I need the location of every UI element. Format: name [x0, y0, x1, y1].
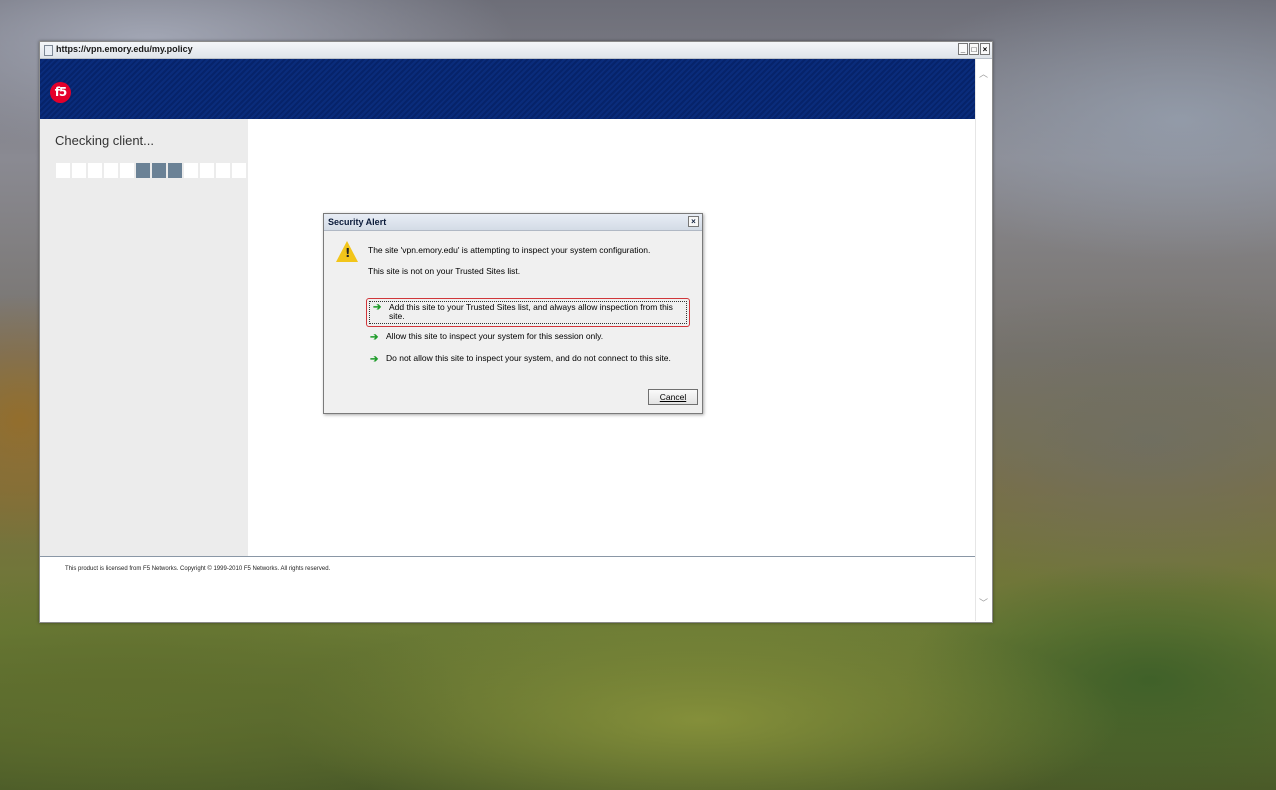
- progress-block: [136, 163, 150, 178]
- cancel-button[interactable]: Cancel: [648, 389, 698, 405]
- window-controls: _ □ ×: [957, 43, 990, 55]
- checking-status: Checking client...: [55, 133, 154, 148]
- dialog-message: The site 'vpn.emory.edu' is attempting t…: [368, 245, 651, 255]
- progress-block: [72, 163, 86, 178]
- progress-block: [56, 163, 70, 178]
- f5-banner: f5: [40, 59, 975, 119]
- arrow-right-icon: ➔: [370, 332, 379, 343]
- scroll-down-icon[interactable]: ﹀: [979, 596, 988, 609]
- progress-block: [152, 163, 166, 178]
- progress-block: [216, 163, 230, 178]
- vertical-scrollbar[interactable]: ︿ ﹀: [975, 59, 992, 621]
- copyright-footer: This product is licensed from F5 Network…: [65, 566, 331, 572]
- progress-block: [120, 163, 134, 178]
- dialog-titlebar: Security Alert ×: [324, 214, 702, 231]
- window-title: https://vpn.emory.edu/my.policy: [56, 44, 193, 54]
- minimize-button[interactable]: _: [958, 43, 968, 55]
- dialog-submessage: This site is not on your Trusted Sites l…: [368, 266, 521, 276]
- option-always-trust[interactable]: ➔ Add this site to your Trusted Sites li…: [366, 298, 690, 327]
- dialog-title: Security Alert: [328, 217, 387, 227]
- sidebar: Checking client...: [40, 119, 248, 556]
- close-button[interactable]: ×: [980, 43, 990, 55]
- progress-block: [184, 163, 198, 178]
- progress-block: [168, 163, 182, 178]
- progress-indicator: [56, 163, 248, 178]
- arrow-right-icon: ➔: [370, 354, 379, 365]
- warning-icon: !: [336, 241, 358, 262]
- window-titlebar: https://vpn.emory.edu/my.policy _ □ ×: [40, 42, 992, 59]
- progress-block: [88, 163, 102, 178]
- dialog-close-button[interactable]: ×: [688, 216, 699, 227]
- progress-block: [232, 163, 246, 178]
- option-session-only-label: Allow this site to inspect your system f…: [386, 331, 604, 341]
- page-icon: [44, 45, 53, 56]
- option-do-not-allow[interactable]: ➔ Do not allow this site to inspect your…: [366, 354, 690, 378]
- arrow-right-icon: ➔: [373, 302, 382, 313]
- option-always-trust-label: Add this site to your Trusted Sites list…: [389, 302, 673, 321]
- scroll-up-icon[interactable]: ︿: [979, 67, 988, 80]
- option-do-not-allow-label: Do not allow this site to inspect your s…: [386, 353, 671, 363]
- footer-divider: [40, 556, 975, 557]
- cancel-label: Cancel: [659, 392, 687, 402]
- progress-block: [104, 163, 118, 178]
- f5-logo-icon: f5: [50, 82, 71, 103]
- option-session-only[interactable]: ➔ Allow this site to inspect your system…: [366, 332, 690, 346]
- progress-block: [200, 163, 214, 178]
- maximize-button[interactable]: □: [969, 43, 979, 55]
- security-alert-dialog: Security Alert × ! The site 'vpn.emory.e…: [323, 213, 703, 414]
